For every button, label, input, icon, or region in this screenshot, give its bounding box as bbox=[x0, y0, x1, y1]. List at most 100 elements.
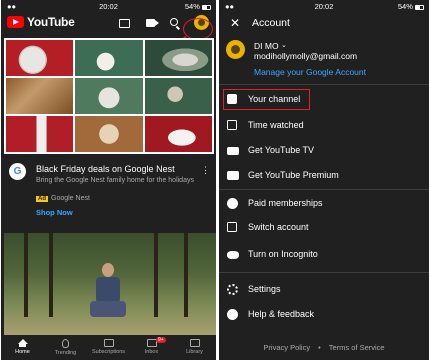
library-icon bbox=[189, 339, 200, 347]
account-screen: ●● 20:02 54% ✕ Account DI MO ⌄ modiholly… bbox=[219, 0, 429, 360]
nav-inbox[interactable]: 9+ Inbox bbox=[130, 336, 173, 360]
inbox-badge: 9+ bbox=[156, 337, 166, 343]
menu-item-switch-account[interactable]: Switch account bbox=[219, 218, 429, 238]
account-header: ✕ Account bbox=[219, 12, 429, 34]
chevron-down-icon[interactable]: ⌄ bbox=[281, 41, 287, 49]
menu-label: Time watched bbox=[248, 120, 304, 130]
profile-email: modihollymolly@gmail.com bbox=[254, 51, 358, 61]
manage-google-account-link[interactable]: Manage your Google Account bbox=[254, 67, 366, 77]
app-header: YouTube bbox=[1, 12, 216, 49]
inbox-icon bbox=[146, 339, 157, 347]
footer-separator: • bbox=[318, 343, 321, 352]
search-icon[interactable] bbox=[170, 18, 178, 26]
clock: 20:02 bbox=[99, 2, 118, 11]
collage-tile bbox=[75, 78, 143, 114]
divider bbox=[219, 84, 429, 85]
person-figure bbox=[96, 277, 120, 303]
battery-percent: 54% bbox=[184, 2, 200, 11]
status-bar: ●● 20:02 54% bbox=[1, 0, 216, 11]
close-icon[interactable]: ✕ bbox=[230, 16, 240, 30]
menu-label: Settings bbox=[248, 284, 281, 294]
menu-label: Paid memberships bbox=[248, 198, 323, 208]
menu-item-youtube-tv[interactable]: Get YouTube TV bbox=[219, 141, 429, 161]
battery-status: 54% bbox=[398, 2, 424, 11]
footer-links: Privacy Policy • Terms of Service bbox=[219, 343, 429, 352]
help-icon bbox=[227, 309, 238, 320]
page-title: Account bbox=[252, 17, 290, 29]
annotation-highlight-box bbox=[223, 89, 310, 110]
menu-item-help-feedback[interactable]: Help & feedback bbox=[219, 305, 429, 325]
subscriptions-icon bbox=[103, 339, 114, 347]
menu-label: Help & feedback bbox=[248, 309, 315, 319]
menu-item-paid-memberships[interactable]: Paid memberships bbox=[219, 194, 429, 214]
ad-image-collage[interactable] bbox=[4, 38, 214, 154]
menu-item-time-watched[interactable]: Time watched bbox=[219, 116, 429, 136]
shop-now-link[interactable]: Shop Now bbox=[36, 208, 73, 217]
cast-icon[interactable] bbox=[119, 19, 130, 28]
annotation-highlight-oval bbox=[183, 18, 213, 40]
battery-icon bbox=[415, 4, 424, 10]
ad-description: Bring the Google Nest family home for th… bbox=[36, 177, 194, 184]
nav-home[interactable]: Home bbox=[1, 336, 44, 360]
collage-tile bbox=[6, 40, 74, 76]
ad-advertiser: Google Nest bbox=[51, 195, 90, 202]
menu-item-youtube-premium[interactable]: Get YouTube Premium bbox=[219, 166, 429, 186]
collage-tile bbox=[75, 40, 143, 76]
camera-icon[interactable] bbox=[146, 19, 159, 27]
tree-trunk bbox=[184, 233, 188, 317]
tree-trunk bbox=[24, 233, 28, 317]
menu-label: Turn on Incognito bbox=[248, 249, 318, 259]
ad-title[interactable]: Black Friday deals on Google Nest bbox=[36, 164, 175, 174]
nav-subscriptions[interactable]: Subscriptions bbox=[87, 336, 130, 360]
tree-trunk bbox=[154, 233, 158, 317]
more-options-icon[interactable]: ⋮ bbox=[201, 165, 210, 176]
privacy-policy-link[interactable]: Privacy Policy bbox=[263, 343, 310, 352]
app-name: YouTube bbox=[27, 15, 75, 29]
menu-label: Switch account bbox=[248, 222, 309, 232]
person-figure bbox=[90, 301, 126, 317]
battery-percent: 54% bbox=[397, 2, 413, 11]
bar-chart-icon bbox=[227, 120, 237, 130]
home-icon bbox=[17, 339, 28, 347]
nav-label: Inbox bbox=[144, 349, 159, 355]
menu-item-settings[interactable]: Settings bbox=[219, 280, 429, 300]
collage-tile bbox=[6, 116, 74, 152]
switch-account-icon bbox=[227, 222, 237, 232]
menu-label: Get YouTube TV bbox=[248, 145, 315, 155]
terms-of-service-link[interactable]: Terms of Service bbox=[329, 343, 385, 352]
person-figure bbox=[102, 263, 114, 277]
divider bbox=[219, 272, 429, 273]
nav-label: Library bbox=[186, 349, 203, 355]
collage-tile bbox=[75, 116, 143, 152]
gear-icon bbox=[227, 284, 238, 295]
collage-tile bbox=[144, 116, 212, 152]
play-icon bbox=[227, 171, 239, 180]
menu-item-incognito[interactable]: Turn on Incognito bbox=[219, 245, 429, 265]
nav-library[interactable]: Library bbox=[173, 336, 216, 360]
incognito-icon bbox=[227, 251, 239, 259]
youtube-play-icon bbox=[7, 16, 24, 28]
nav-label: Home bbox=[15, 349, 30, 355]
menu-label: Get YouTube Premium bbox=[248, 170, 339, 180]
dollar-icon bbox=[227, 198, 238, 209]
collage-tile bbox=[144, 40, 212, 76]
nav-trending[interactable]: Trending bbox=[44, 336, 87, 360]
collage-tile bbox=[6, 78, 74, 114]
bottom-navigation: Home Trending Subscriptions 9+ Inbox Lib… bbox=[1, 336, 216, 360]
battery-status: 54% bbox=[185, 2, 211, 11]
video-thumbnail[interactable] bbox=[4, 233, 216, 335]
tree-trunk bbox=[49, 233, 53, 317]
ad-card[interactable]: G Black Friday deals on Google Nest Brin… bbox=[1, 155, 216, 229]
nav-label: Trending bbox=[54, 350, 77, 356]
nav-label: Subscriptions bbox=[91, 349, 126, 355]
ad-badge: Ad bbox=[36, 196, 48, 202]
battery-icon bbox=[202, 4, 211, 10]
youtube-logo[interactable]: YouTube bbox=[7, 15, 75, 29]
google-logo-icon: G bbox=[9, 163, 26, 180]
collage-tile bbox=[144, 78, 212, 114]
tv-icon bbox=[227, 147, 239, 155]
youtube-home-screen: ●● 20:02 54% YouTube G Black Friday deal… bbox=[1, 0, 216, 360]
profile-name[interactable]: DI MO bbox=[254, 41, 279, 51]
status-bar: ●● 20:02 54% bbox=[219, 0, 429, 11]
divider bbox=[219, 189, 429, 190]
